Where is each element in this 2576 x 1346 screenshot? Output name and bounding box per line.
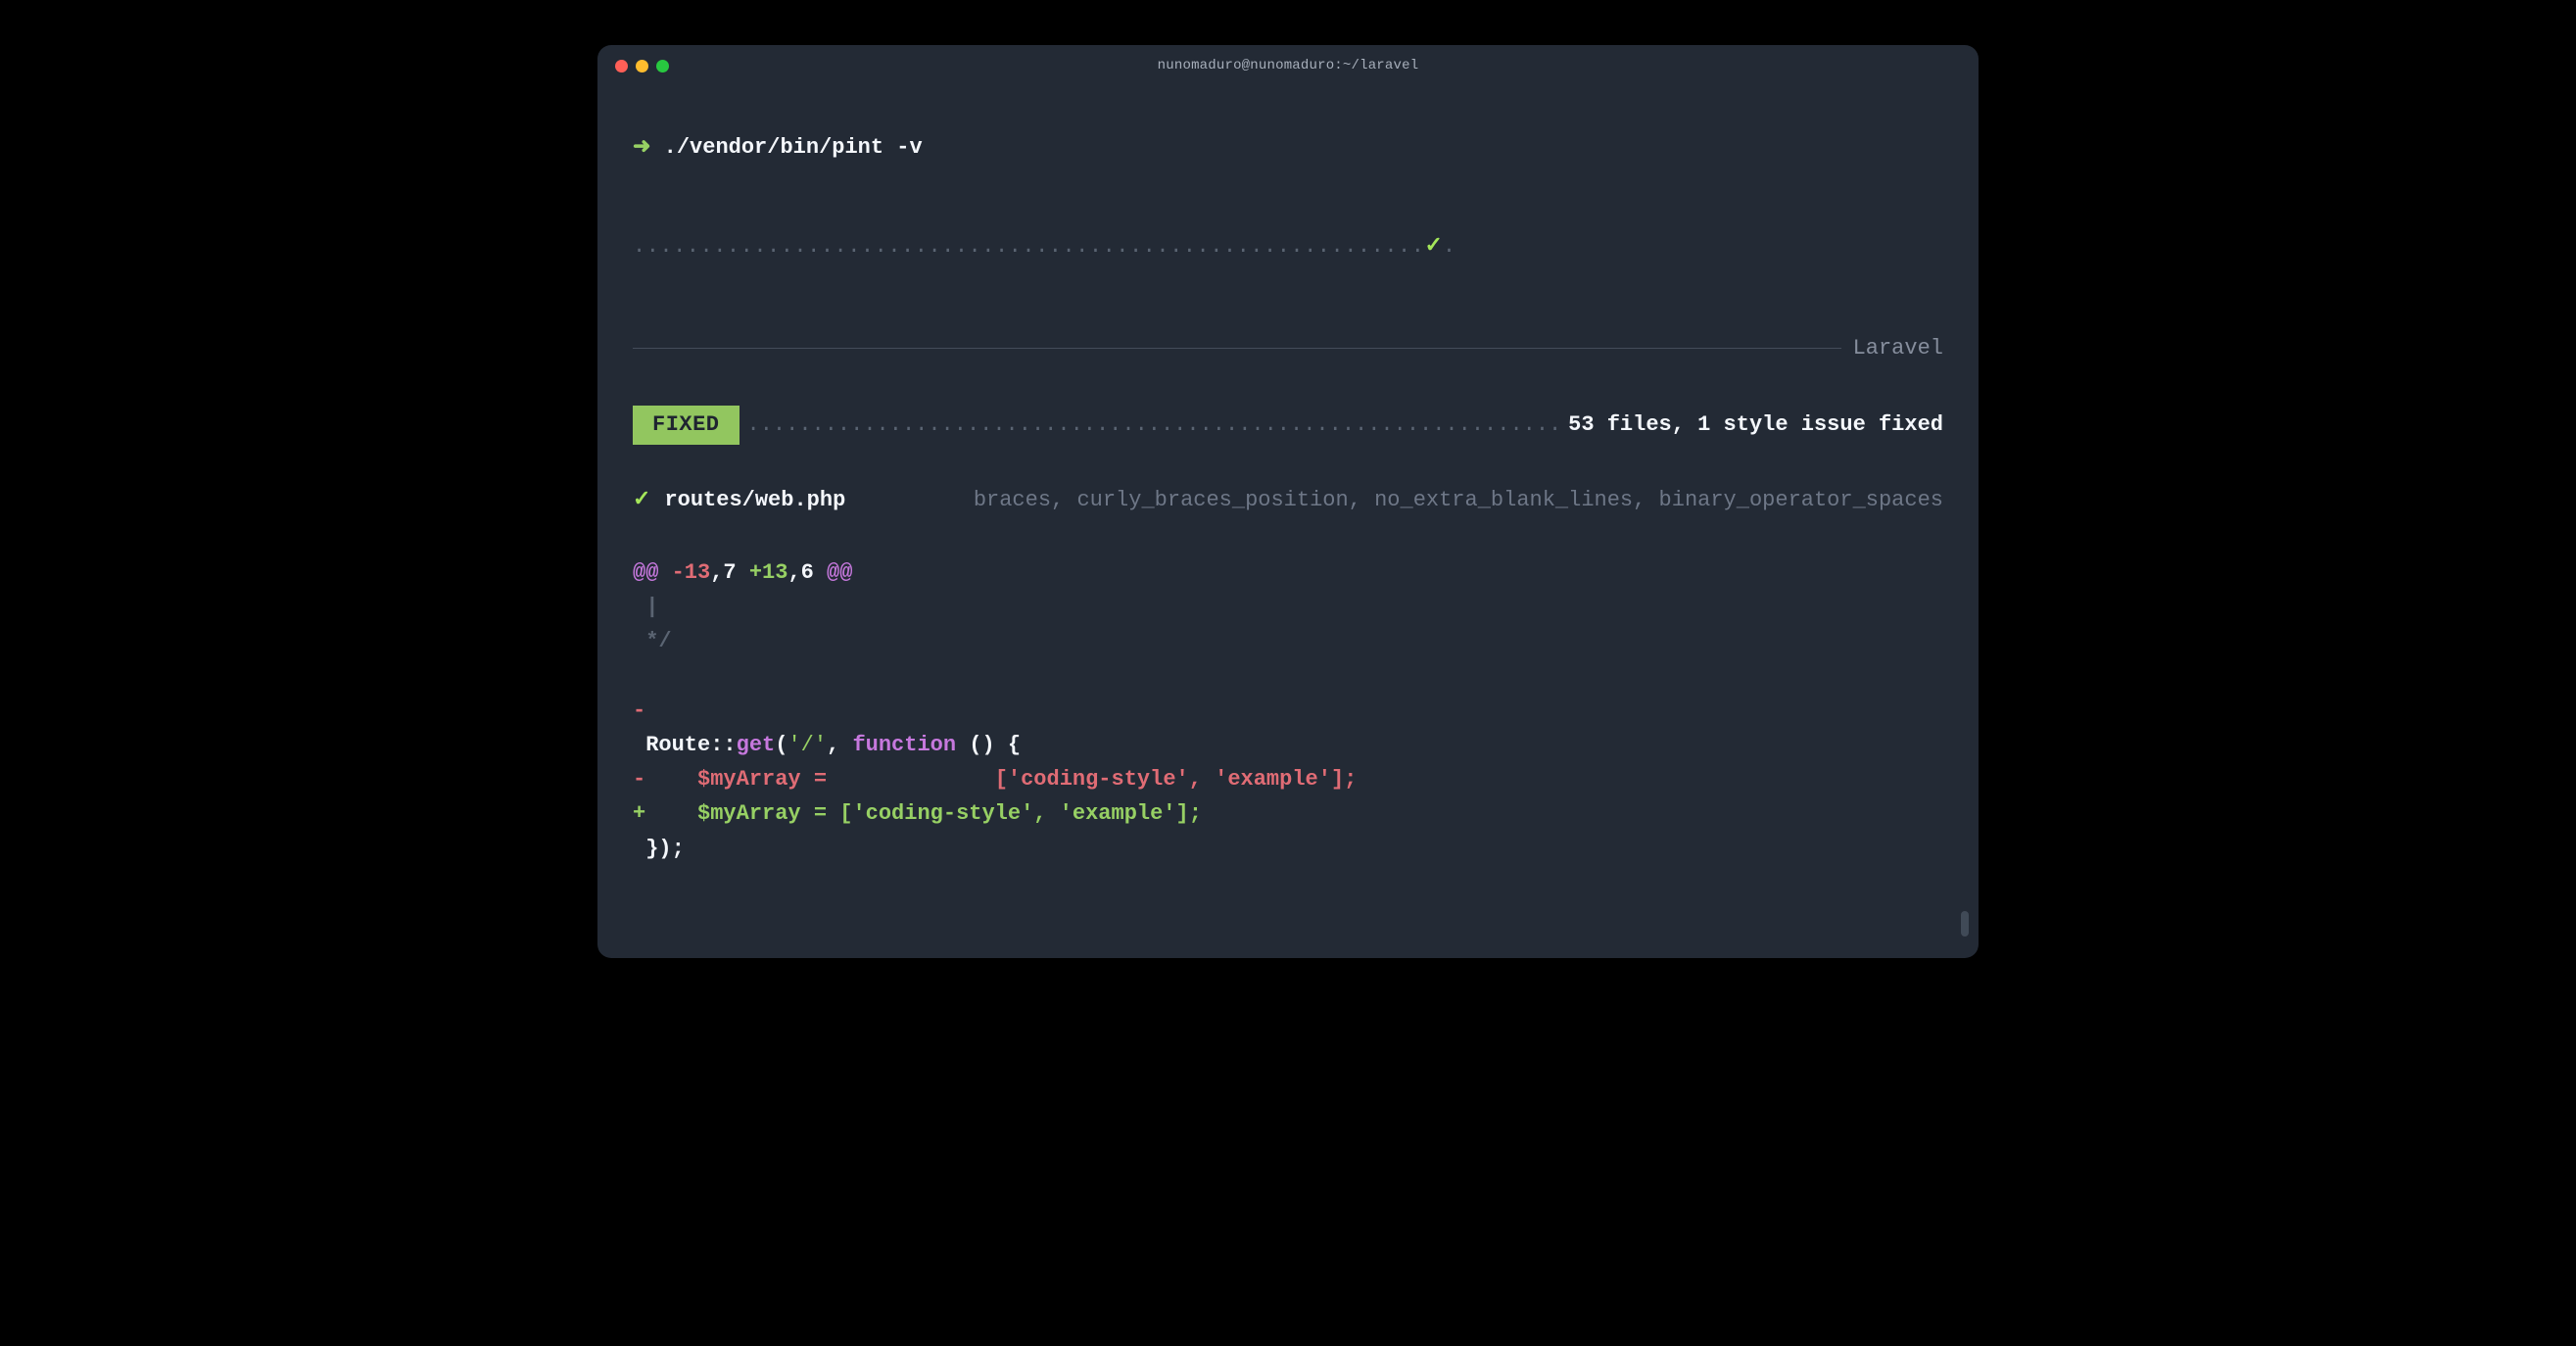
diff-context: */: [633, 629, 672, 653]
diff-slash: '/': [787, 733, 827, 757]
diff-del-sign: -: [633, 767, 645, 792]
diff-add-sp: [827, 801, 839, 826]
hunk-at2: @@: [827, 560, 852, 585]
diff-block: @@ -13,7 +13,6 @@ | */ - Route::get('/',…: [633, 555, 1943, 866]
hunk-plus: +13: [749, 560, 788, 585]
divider-line: [633, 348, 1841, 349]
diff-add-sign: +: [633, 801, 645, 826]
diff-route: Route: [633, 733, 710, 757]
diff-del-gap: [827, 767, 995, 792]
preset-label: Laravel: [1853, 331, 1943, 365]
terminal-window: nunomaduro@nunomaduro:~/laravel ➜ ./vend…: [597, 45, 1979, 958]
zoom-icon[interactable]: [656, 60, 669, 72]
diff-add-arr: ['coding-style', 'example'];: [839, 801, 1202, 826]
diff-context: |: [633, 595, 658, 619]
command-flag: -v: [896, 135, 922, 160]
diff-del-eq: =: [814, 767, 827, 792]
diff-comma: ,: [827, 733, 852, 757]
diff-del-lead: $myArray: [645, 767, 814, 792]
diff-func: function: [852, 733, 969, 757]
hunk-at: @@: [633, 560, 672, 585]
status-row: FIXED...................................…: [633, 406, 1943, 444]
minimize-icon[interactable]: [636, 60, 648, 72]
diff-removed-line: -: [633, 698, 645, 723]
diff-add-lead: $myArray: [645, 801, 814, 826]
section-divider: Laravel: [633, 331, 1943, 365]
prompt-arrow-icon: ➜: [633, 135, 650, 160]
window-controls: [615, 60, 669, 72]
diff-close: });: [633, 837, 685, 861]
hunk-minus: -13: [672, 560, 711, 585]
file-name: routes/web.php: [664, 483, 845, 517]
diff-lp: (: [775, 733, 787, 757]
check-icon: ✓: [633, 483, 650, 517]
progress-dots: ........................................…: [633, 234, 1424, 259]
diff-dbl: ::: [710, 733, 736, 757]
progress-dots-after: .: [1443, 234, 1456, 259]
terminal-body[interactable]: ➜ ./vendor/bin/pint -v .................…: [597, 86, 1979, 935]
file-row: ✓ routes/web.php braces, curly_braces_posi…: [633, 483, 1943, 517]
diff-add-eq: =: [814, 801, 827, 826]
filler-dots: ........................................…: [739, 408, 1569, 442]
command-text: ./vendor/bin/pint: [664, 135, 883, 160]
scrollbar-thumb[interactable]: [1961, 911, 1969, 937]
status-summary: 53 files, 1 style issue fixed: [1568, 408, 1943, 442]
diff-get: get: [737, 733, 776, 757]
progress-line: ........................................…: [633, 229, 1943, 264]
titlebar: nunomaduro@nunomaduro:~/laravel: [597, 45, 1979, 86]
diff-del-arr: ['coding-style', 'example'];: [995, 767, 1358, 792]
close-icon[interactable]: [615, 60, 628, 72]
status-badge: FIXED: [633, 406, 739, 444]
check-icon: ✓: [1424, 234, 1442, 259]
file-rules: braces, curly_braces_position, no_extra_…: [974, 483, 1943, 517]
hunk-c1: ,7: [710, 560, 749, 585]
diff-paren: () {: [969, 733, 1021, 757]
hunk-c2: ,6: [787, 560, 827, 585]
window-title: nunomaduro@nunomaduro:~/laravel: [597, 55, 1979, 76]
